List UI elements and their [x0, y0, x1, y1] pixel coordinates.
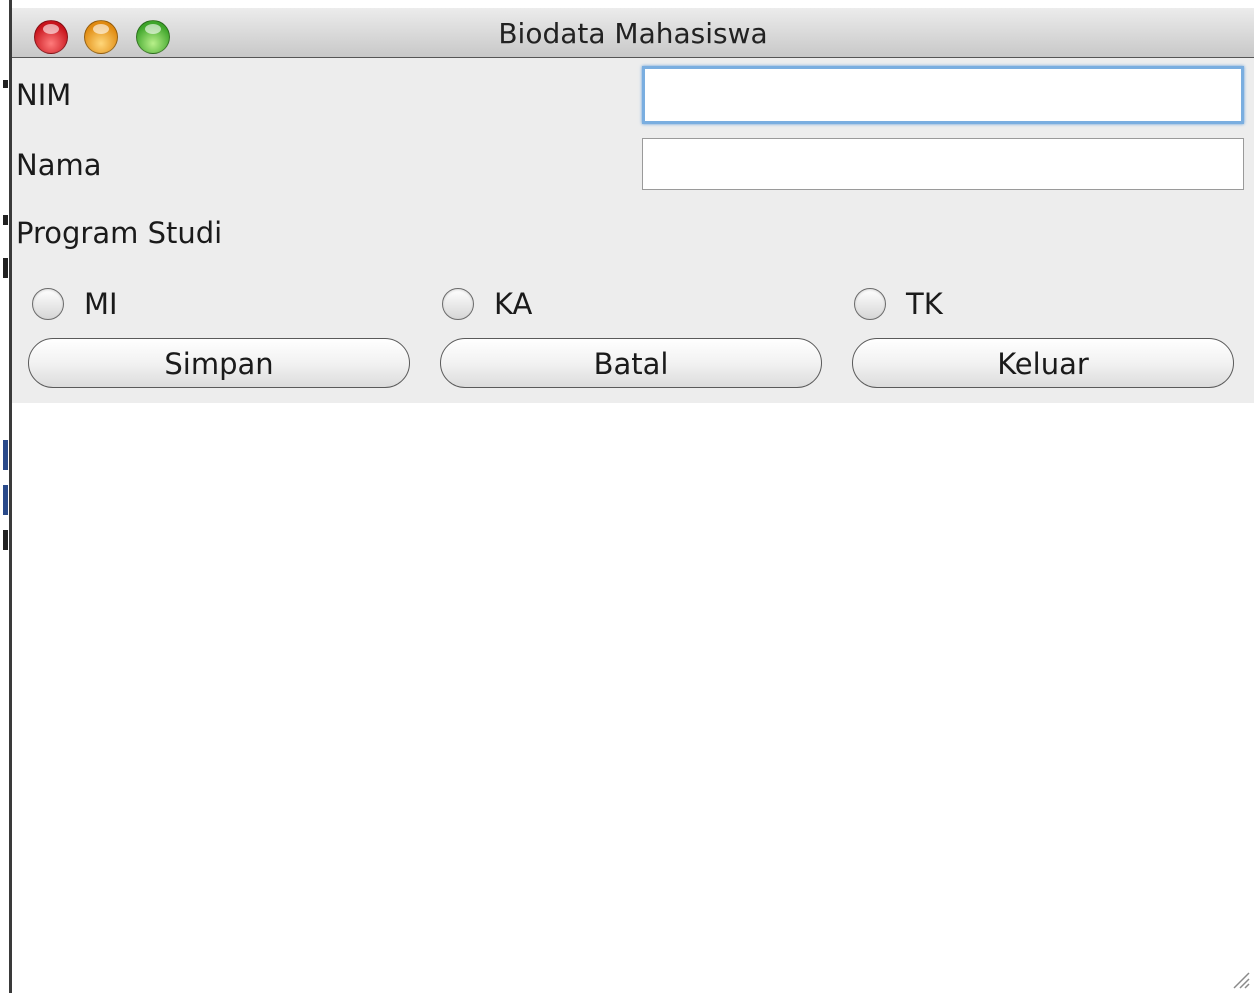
radio-label-tk: TK: [906, 287, 943, 321]
nim-input[interactable]: [642, 66, 1244, 124]
background-window-edge: [0, 0, 12, 993]
radio-label-mi: MI: [84, 287, 118, 321]
title-bar[interactable]: Biodata Mahasiswa: [12, 8, 1254, 58]
radio-mi[interactable]: MI: [32, 284, 118, 324]
simpan-button[interactable]: Simpan: [28, 338, 410, 388]
program-studi-label: Program Studi: [16, 216, 223, 250]
background-fragment: [3, 258, 8, 278]
radio-label-ka: KA: [494, 287, 533, 321]
keluar-button[interactable]: Keluar: [852, 338, 1234, 388]
radio-button-tk[interactable]: [854, 288, 886, 320]
background-fragment: [3, 485, 8, 515]
nama-label: Nama: [16, 148, 102, 182]
background-fragment: [3, 440, 8, 470]
radio-button-ka[interactable]: [442, 288, 474, 320]
window-title: Biodata Mahasiswa: [498, 17, 768, 50]
content-area: [12, 403, 1254, 993]
background-fragment: [3, 530, 8, 550]
background-fragment: [3, 80, 8, 88]
radio-tk[interactable]: TK: [854, 284, 943, 324]
nim-label: NIM: [16, 78, 72, 112]
radio-button-mi[interactable]: [32, 288, 64, 320]
resize-grip-icon[interactable]: [1230, 969, 1250, 989]
biodata-window: Biodata Mahasiswa NIM Nama Program Studi…: [12, 8, 1254, 993]
form-panel: NIM Nama Program Studi MI KA TK Simpan B…: [12, 58, 1254, 403]
nama-input[interactable]: [642, 138, 1244, 190]
background-fragment: [3, 215, 8, 225]
batal-button[interactable]: Batal: [440, 338, 822, 388]
radio-ka[interactable]: KA: [442, 284, 532, 324]
